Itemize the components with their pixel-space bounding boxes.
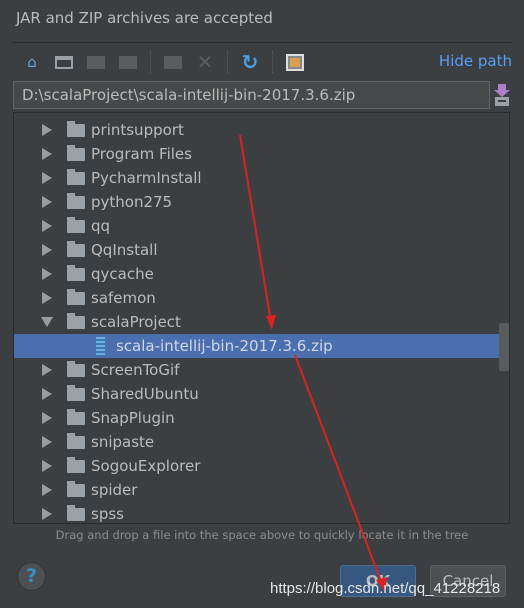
help-button[interactable]: ? [17,562,46,591]
chevron-right-icon[interactable] [42,364,52,376]
hide-path-link[interactable]: Hide path [439,52,512,70]
chevron-right-icon[interactable] [42,460,52,472]
path-input[interactable]: D:\scalaProject\scala-intellij-bin-2017.… [13,81,490,109]
tree-item-folder[interactable]: SharedUbuntu [14,382,509,406]
new-folder-icon[interactable] [86,52,106,72]
folder-icon [67,432,85,449]
folder-icon [67,264,85,281]
tree-item-folder[interactable]: QqInstall [14,238,509,262]
show-hidden-icon[interactable] [118,52,138,72]
folder-icon [67,192,85,209]
tree-item-folder[interactable]: SnapPlugin [14,406,509,430]
tree-item-folder[interactable]: scalaProject [14,310,509,334]
refresh-icon[interactable]: ↻ [240,50,260,74]
divider [12,42,512,43]
tree-item-label: SogouExplorer [91,457,201,475]
chevron-right-icon[interactable] [42,412,52,424]
tree-item-label: snipaste [91,433,155,451]
separator [227,51,228,73]
chevron-right-icon[interactable] [42,148,52,160]
chevron-right-icon[interactable] [42,484,52,496]
folder-icon [67,360,85,377]
tree-item-folder[interactable]: PycharmInstall [14,166,509,190]
chevron-right-icon[interactable] [42,292,52,304]
file-tree[interactable]: spss spider SogouExplorer snipaste SnapPlugi… [13,112,510,524]
show-path-icon[interactable] [285,52,305,72]
folder-icon [67,456,85,473]
tree-item-label: Program Files [91,145,192,163]
folder-icon [67,144,85,161]
toolbar: ⌂ ✕ ↻ [22,50,317,74]
tree-item-label: scalaProject [91,313,181,331]
tree-item-folder[interactable]: python275 [14,190,509,214]
tree-item-label: python275 [91,193,173,211]
tree-item-folder[interactable]: SogouExplorer [14,454,509,478]
folder-icon [67,408,85,425]
tree-item-label: qycache [91,265,154,283]
tree-item-folder[interactable]: qycache [14,262,509,286]
chevron-right-icon[interactable] [42,220,52,232]
tree-item-folder[interactable]: Program Files [14,142,509,166]
tree-item-label: safemon [91,289,156,307]
dialog-title: JAR and ZIP archives are accepted [16,9,273,27]
tree-item-file[interactable]: scala-intellij-bin-2017.3.6.zip [14,334,509,358]
folder-icon [67,480,85,497]
delete-icon[interactable]: ✕ [195,50,215,74]
tree-item-label: SharedUbuntu [91,385,199,403]
desktop-icon[interactable] [54,52,74,72]
home-icon[interactable]: ⌂ [22,52,42,72]
folder-icon [67,288,85,305]
tree-item-folder[interactable]: spss [14,502,509,523]
tree-item-folder[interactable]: qq [14,214,509,238]
delete-folder-icon[interactable] [163,52,183,72]
tree-item-label: scala-intellij-bin-2017.3.6.zip [116,337,333,355]
chevron-right-icon[interactable] [42,124,52,136]
separator [150,51,151,73]
tree-item-label: spss [91,505,124,523]
tree-item-label: QqInstall [91,241,158,259]
tree-item-folder[interactable]: ScreenToGif [14,358,509,382]
tree-item-label: ScreenToGif [91,361,180,379]
folder-icon [67,168,85,185]
folder-icon [67,216,85,233]
folder-icon [67,240,85,257]
chevron-right-icon[interactable] [42,436,52,448]
separator [272,51,273,73]
download-icon[interactable] [494,84,510,106]
scrollbar[interactable] [499,323,509,371]
folder-icon [67,504,85,521]
chevron-right-icon[interactable] [42,196,52,208]
tree-item-label: spider [91,481,138,499]
folder-icon [67,384,85,401]
chevron-right-icon[interactable] [42,172,52,184]
chevron-right-icon[interactable] [42,244,52,256]
zip-file-icon [96,337,105,355]
folder-icon [67,312,85,329]
tree-item-folder[interactable]: safemon [14,286,509,310]
chevron-right-icon[interactable] [42,508,52,520]
tree-item-label: PycharmInstall [91,169,202,187]
tree-item-label: SnapPlugin [91,409,175,427]
tree-item-label: qq [91,217,111,235]
chevron-right-icon[interactable] [42,268,52,280]
tree-item-folder[interactable]: snipaste [14,430,509,454]
tree-item-folder[interactable]: spider [14,478,509,502]
folder-icon [67,120,85,137]
drag-hint: Drag and drop a file into the space abov… [55,528,469,542]
chevron-right-icon[interactable] [42,388,52,400]
watermark: https://blog.csdn.net/qq_41228218 [270,580,501,597]
chevron-down-icon[interactable] [41,317,53,327]
tree-item-label: printsupport [91,121,184,139]
tree-item-folder[interactable]: printsupport [14,118,509,142]
